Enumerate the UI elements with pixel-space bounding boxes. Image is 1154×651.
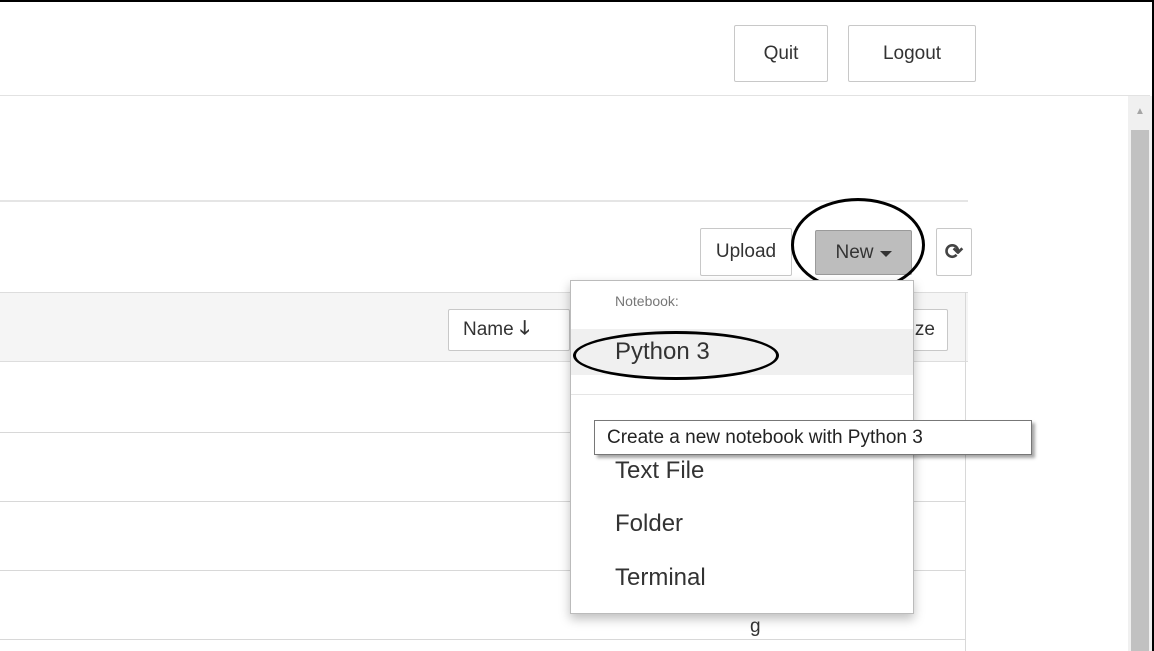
header-divider: [0, 95, 1150, 96]
sort-size-label: ze: [914, 319, 935, 340]
list-row-divider: [0, 639, 965, 640]
python3-tooltip: Create a new notebook with Python 3: [594, 420, 1032, 455]
menu-item-terminal[interactable]: Terminal: [571, 555, 913, 601]
annotation-circle-new: [791, 198, 925, 292]
menu-divider: [571, 394, 913, 395]
notebook-section-header: Notebook:: [615, 293, 679, 309]
vertical-scrollbar[interactable]: ▲: [1128, 96, 1152, 651]
quit-button[interactable]: Quit: [734, 25, 828, 82]
logout-button[interactable]: Logout: [848, 25, 976, 82]
scrollbar-thumb[interactable]: [1131, 130, 1149, 651]
sort-by-name-button[interactable]: Name 🡓: [448, 309, 570, 351]
scroll-up-arrow-icon[interactable]: ▲: [1128, 106, 1152, 117]
upload-button[interactable]: Upload: [700, 228, 792, 276]
refresh-icon: ⟳: [944, 239, 964, 264]
annotation-circle-python3: [573, 331, 779, 380]
list-right-border: [965, 292, 966, 651]
arrow-down-icon: 🡓: [519, 318, 530, 339]
menu-item-folder[interactable]: Folder: [571, 501, 913, 547]
list-item-partial-text: g: [750, 616, 761, 637]
sort-name-label: Name: [463, 319, 514, 340]
tabs-divider: [0, 200, 968, 202]
window-frame-top: [0, 0, 1154, 2]
refresh-button[interactable]: ⟳: [936, 228, 972, 276]
